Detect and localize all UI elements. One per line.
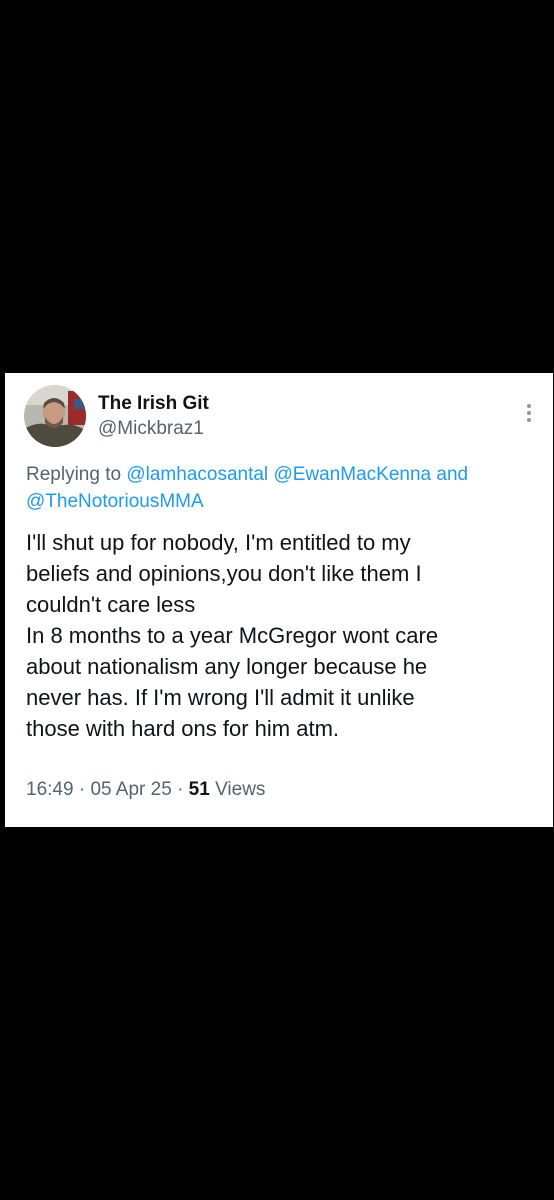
replying-to: Replying to @lamhacosantal @EwanMacKenna… bbox=[26, 461, 541, 515]
tweet-date[interactable]: 05 Apr 25 bbox=[90, 779, 171, 800]
tweet-text-line: couldn't care less bbox=[26, 592, 196, 617]
mention-link[interactable]: @lamhacosantal bbox=[126, 464, 268, 485]
tweet-text: I'll shut up for nobody, I'm entitled to… bbox=[26, 527, 546, 744]
meta-separator: · bbox=[78, 779, 86, 800]
tweet-text-line: those with hard ons for him atm. bbox=[26, 716, 340, 741]
views-label: Views bbox=[215, 779, 266, 800]
views-count: 51 bbox=[188, 779, 210, 800]
replying-prefix: Replying to bbox=[26, 464, 127, 485]
tweet-text-line: beliefs and opinions,you don't like them… bbox=[26, 561, 422, 586]
tweet-card[interactable]: The Irish Git @Mickbraz1 Replying to @la… bbox=[5, 373, 553, 827]
more-vertical-icon bbox=[519, 404, 539, 422]
more-options-button[interactable] bbox=[519, 401, 539, 429]
avatar-photo bbox=[24, 385, 86, 447]
tweet-text-line: In 8 months to a year McGregor wont care bbox=[26, 623, 439, 648]
display-name[interactable]: The Irish Git bbox=[98, 392, 209, 416]
mention-link[interactable]: @TheNotoriousMMA bbox=[26, 491, 204, 512]
meta-separator: · bbox=[177, 779, 184, 800]
tweet-text-line: I'll shut up for nobody, I'm entitled to… bbox=[26, 530, 411, 555]
tweet-text-line: about nationalism any longer because he bbox=[26, 654, 428, 679]
tweet-time[interactable]: 16:49 bbox=[26, 779, 74, 800]
username-handle[interactable]: @Mickbraz1 bbox=[98, 417, 204, 441]
mention-joiner: and bbox=[431, 464, 469, 485]
tweet-text-line: never has. If I'm wrong I'll admit it un… bbox=[26, 685, 415, 710]
tweet-metadata: 16:49 · 05 Apr 25 · 51 Views bbox=[26, 778, 265, 802]
avatar[interactable] bbox=[24, 385, 86, 447]
mention-link[interactable]: @EwanMacKenna bbox=[273, 464, 431, 485]
